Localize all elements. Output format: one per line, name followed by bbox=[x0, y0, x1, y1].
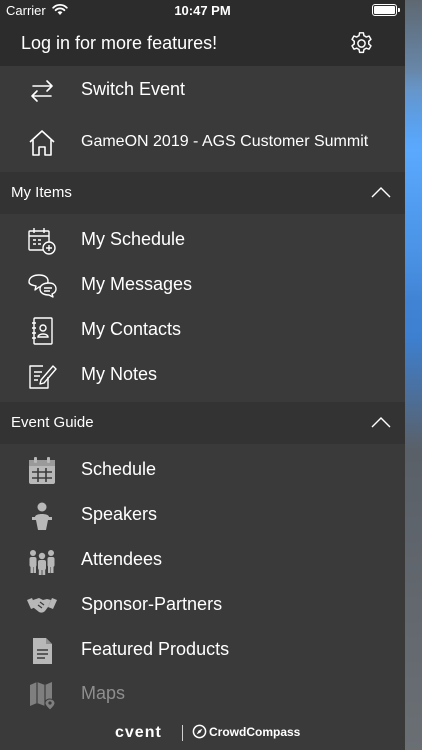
contact-book-icon bbox=[32, 317, 53, 345]
document-icon bbox=[33, 638, 52, 664]
crowdcompass-logo-icon bbox=[192, 724, 207, 739]
login-prompt[interactable]: Log in for more features! bbox=[21, 33, 217, 54]
menu-item-speakers[interactable]: Speakers bbox=[0, 493, 405, 538]
footer-divider bbox=[182, 725, 183, 741]
menu-item-featured-products[interactable]: Featured Products bbox=[0, 628, 405, 673]
background-glow bbox=[405, 70, 422, 300]
menu-item-label: My Schedule bbox=[81, 229, 186, 249]
menu-item-maps[interactable]: Maps bbox=[0, 672, 405, 717]
menu-item-label: My Notes bbox=[81, 364, 158, 384]
menu-item-label: Switch Event bbox=[81, 79, 186, 99]
background-app-strip[interactable] bbox=[405, 0, 422, 750]
menu-item-label: Featured Products bbox=[81, 639, 230, 659]
home-icon bbox=[29, 130, 55, 156]
menu-item-label: My Contacts bbox=[81, 319, 182, 339]
chevron-up-icon[interactable] bbox=[371, 185, 391, 199]
menu-item-switch-event[interactable]: Switch Event bbox=[0, 68, 405, 113]
drawer-header: Log in for more features! bbox=[0, 22, 405, 66]
menu-item-label: Schedule bbox=[81, 459, 157, 479]
note-pencil-icon bbox=[29, 365, 57, 389]
people-group-icon bbox=[29, 550, 55, 575]
menu-item-label: Maps bbox=[81, 683, 126, 703]
section-title: My Items bbox=[11, 184, 72, 201]
calendar-add-icon bbox=[28, 228, 56, 255]
menu-item-label: Sponsor-Partners bbox=[81, 594, 223, 614]
menu-item-my-schedule[interactable]: My Schedule bbox=[0, 218, 405, 263]
menu-item-my-messages[interactable]: My Messages bbox=[0, 263, 405, 308]
side-drawer: Carrier 10:47 PM Log in for more feature… bbox=[0, 0, 405, 750]
menu-item-my-contacts[interactable]: My Contacts bbox=[0, 308, 405, 353]
menu-item-attendees[interactable]: Attendees bbox=[0, 538, 405, 583]
clock: 10:47 PM bbox=[174, 3, 231, 18]
section-title: Event Guide bbox=[11, 414, 94, 431]
map-pin-icon bbox=[30, 682, 56, 711]
menu-item-current-event[interactable]: GameON 2019 - AGS Customer Summit bbox=[0, 120, 405, 165]
battery-icon bbox=[372, 4, 400, 16]
menu-item-my-notes[interactable]: My Notes bbox=[0, 353, 405, 398]
menu-item-label: My Messages bbox=[81, 274, 193, 294]
section-header-event-guide[interactable]: Event Guide bbox=[0, 402, 405, 444]
handshake-icon bbox=[27, 598, 57, 613]
podium-speaker-icon bbox=[32, 502, 52, 530]
section-header-my-items[interactable]: My Items bbox=[0, 172, 405, 214]
cvent-logo: cvent bbox=[115, 724, 162, 741]
calendar-grid-icon bbox=[29, 457, 55, 484]
gear-icon[interactable] bbox=[348, 30, 375, 57]
menu-item-label: GameON 2019 - AGS Customer Summit bbox=[81, 133, 369, 150]
menu-item-sponsor-partners[interactable]: Sponsor-Partners bbox=[0, 583, 405, 628]
swap-arrows-icon bbox=[31, 80, 53, 102]
chevron-up-icon[interactable] bbox=[371, 415, 391, 429]
chat-bubbles-icon bbox=[28, 274, 57, 298]
status-bar: Carrier 10:47 PM bbox=[0, 0, 405, 22]
menu-item-label: Speakers bbox=[81, 504, 158, 524]
menu-item-schedule[interactable]: Schedule bbox=[0, 448, 405, 493]
footer-branding: cvent CrowdCompass bbox=[0, 715, 405, 750]
menu-item-label: Attendees bbox=[81, 549, 163, 569]
crowdcompass-logo: CrowdCompass bbox=[209, 725, 301, 739]
